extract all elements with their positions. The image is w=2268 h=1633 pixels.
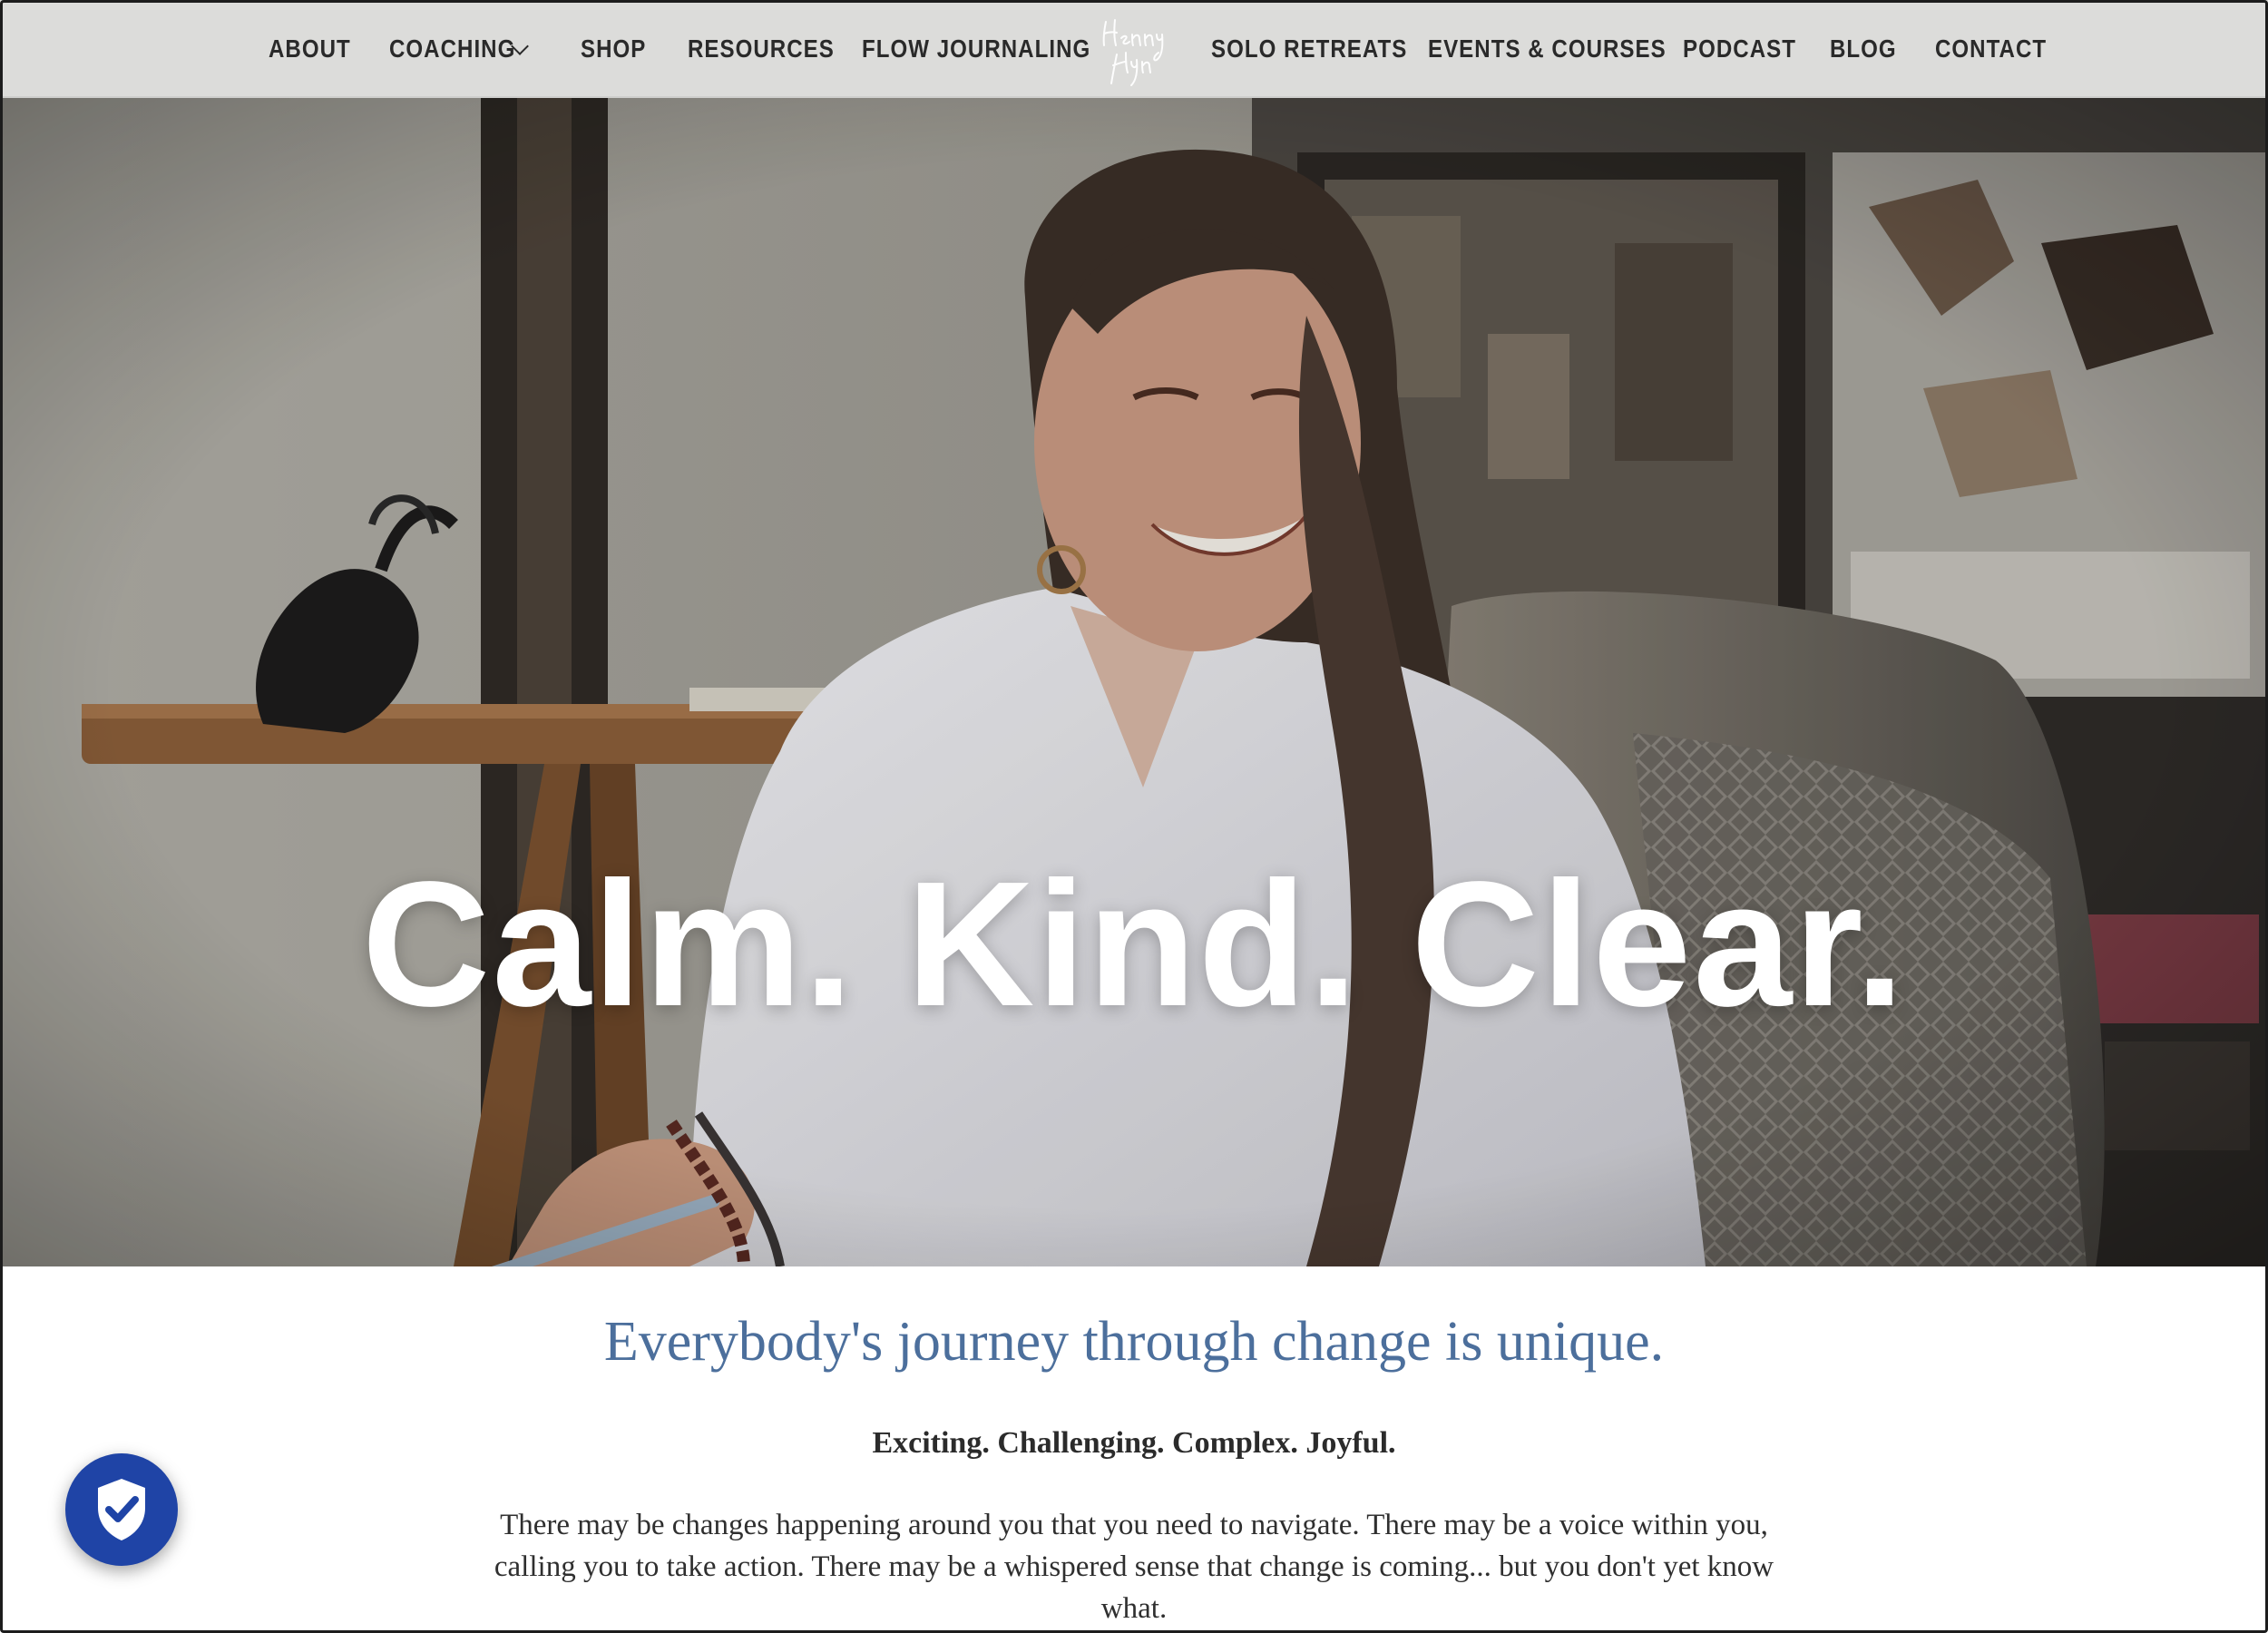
intro-section: Everybody's journey through change is un… — [0, 1266, 2268, 1633]
nav-blog[interactable]: BLOG — [1830, 34, 1897, 67]
nav-podcast[interactable]: PODCAST — [1683, 34, 1796, 67]
intro-paragraph: There may be changes happening around yo… — [494, 1509, 1774, 1625]
nav-events-courses[interactable]: EVENTS & COURSES — [1428, 34, 1667, 67]
hero-title: Calm. Kind. Clear. — [361, 845, 1907, 1043]
hero-photo — [0, 98, 2268, 1266]
nav-shop[interactable]: SHOP — [581, 34, 646, 67]
hero-section: Calm. Kind. Clear. — [0, 98, 2268, 1266]
section-subhead: Exciting. Challenging. Complex. Joyful. — [872, 1426, 1396, 1460]
henny-flynn-logo[interactable] — [1093, 9, 1175, 91]
privacy-badge-button[interactable] — [65, 1453, 178, 1566]
top-navigation: ABOUT COACHING SHOP RESOURCES FLOW JOURN… — [0, 0, 2268, 98]
nav-contact[interactable]: CONTACT — [1935, 34, 2047, 67]
nav-coaching[interactable]: COACHING — [389, 34, 515, 67]
section-headline: Everybody's journey through change is un… — [603, 1311, 1665, 1373]
nav-solo-retreats[interactable]: SOLO RETREATS — [1211, 34, 1407, 67]
nav-flow-journaling[interactable]: FLOW JOURNALING — [862, 34, 1090, 67]
nav-resources[interactable]: RESOURCES — [688, 34, 835, 67]
shield-check-icon — [98, 1479, 145, 1540]
nav-about[interactable]: ABOUT — [269, 34, 351, 67]
